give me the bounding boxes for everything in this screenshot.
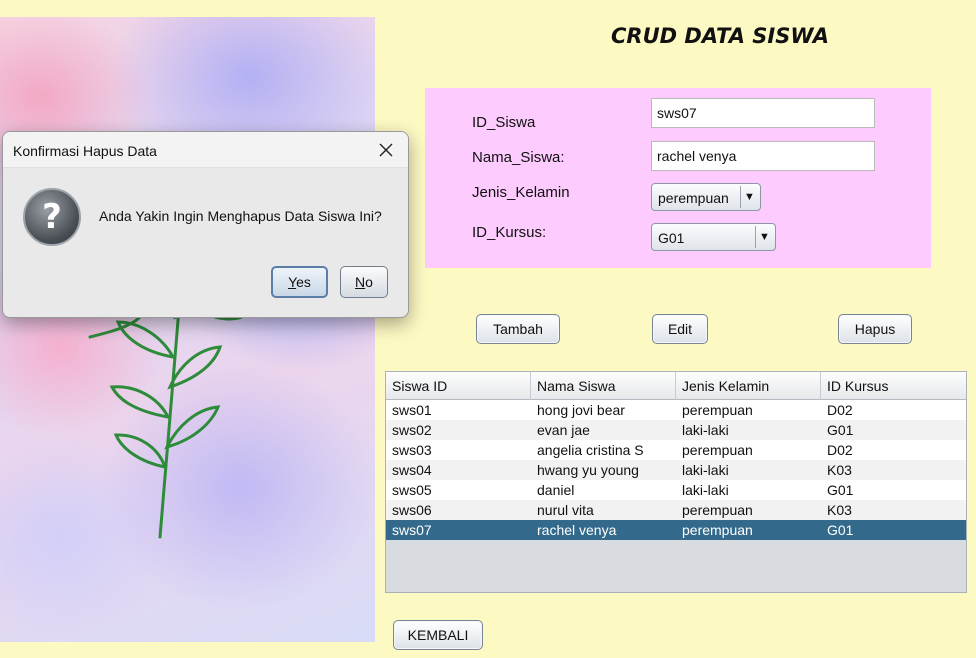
column-header-siswa-id[interactable]: Siswa ID	[386, 372, 531, 400]
confirm-delete-dialog: Konfirmasi Hapus Data ? Anda Yakin Ingin…	[2, 131, 409, 318]
table-row[interactable]: sws02 evan jae laki-laki G01	[386, 420, 966, 440]
id-kursus-value: G01	[658, 230, 685, 246]
column-header-jenis-kelamin[interactable]: Jenis Kelamin	[676, 372, 821, 400]
watercolor-artwork	[0, 17, 375, 642]
cell-nama-siswa: daniel	[537, 482, 575, 498]
cell-jenis-kelamin: perempuan	[682, 522, 753, 538]
cell-id-kursus: K03	[827, 462, 852, 478]
id-kursus-label: ID_Kursus:	[472, 224, 547, 241]
cell-nama-siswa: evan jae	[537, 422, 590, 438]
yes-button[interactable]: Yes	[271, 266, 328, 298]
cell-jenis-kelamin: laki-laki	[682, 482, 729, 498]
dialog-title: Konfirmasi Hapus Data	[13, 143, 157, 159]
close-icon[interactable]	[364, 132, 408, 168]
jenis-kelamin-select[interactable]: perempuan ▼	[651, 183, 761, 211]
table-header: Siswa ID Nama Siswa Jenis Kelamin ID Kur…	[386, 372, 966, 400]
table-row[interactable]: sws06 nurul vita perempuan K03	[386, 500, 966, 520]
cell-id-kursus: D02	[827, 442, 853, 458]
cell-siswa-id: sws07	[392, 522, 432, 538]
cell-siswa-id: sws01	[392, 402, 432, 418]
cell-siswa-id: sws06	[392, 502, 432, 518]
yes-label-rest: es	[296, 274, 311, 290]
cell-id-kursus: K03	[827, 502, 852, 518]
id-kursus-select[interactable]: G01 ▼	[651, 223, 776, 251]
student-table: Siswa ID Nama Siswa Jenis Kelamin ID Kur…	[385, 371, 967, 593]
table-body: sws01 hong jovi bear perempuan D02 sws02…	[386, 400, 966, 540]
form-panel: ID_Siswa sws07 Nama_Siswa: rachel venya …	[425, 88, 931, 268]
id-siswa-label: ID_Siswa	[472, 114, 536, 131]
nama-siswa-field[interactable]: rachel venya	[651, 141, 875, 171]
chevron-down-icon[interactable]: ▼	[740, 186, 758, 208]
yes-mnemonic: Y	[288, 274, 297, 290]
dialog-message: Anda Yakin Ingin Menghapus Data Siswa In…	[99, 208, 382, 224]
jenis-kelamin-value: perempuan	[658, 190, 729, 206]
cell-nama-siswa: nurul vita	[537, 502, 594, 518]
cell-jenis-kelamin: perempuan	[682, 502, 753, 518]
cell-jenis-kelamin: laki-laki	[682, 422, 729, 438]
hapus-button[interactable]: Hapus	[838, 314, 912, 344]
cell-jenis-kelamin: laki-laki	[682, 462, 729, 478]
plant-illustration	[88, 135, 257, 539]
cell-nama-siswa: hong jovi bear	[537, 402, 625, 418]
cell-nama-siswa: rachel venya	[537, 522, 617, 538]
table-row[interactable]: sws01 hong jovi bear perempuan D02	[386, 400, 966, 420]
cell-jenis-kelamin: perempuan	[682, 402, 753, 418]
cell-siswa-id: sws05	[392, 482, 432, 498]
cell-nama-siswa: angelia cristina S	[537, 442, 644, 458]
cell-id-kursus: G01	[827, 482, 854, 498]
kembali-button[interactable]: KEMBALI	[393, 620, 483, 650]
cell-siswa-id: sws02	[392, 422, 432, 438]
cell-id-kursus: D02	[827, 402, 853, 418]
cell-id-kursus: G01	[827, 522, 854, 538]
table-row[interactable]: sws05 daniel laki-laki G01	[386, 480, 966, 500]
dialog-titlebar[interactable]: Konfirmasi Hapus Data	[3, 132, 408, 168]
no-button[interactable]: No	[340, 266, 388, 298]
page-title: CRUD DATA SISWA	[611, 24, 830, 48]
cell-siswa-id: sws04	[392, 462, 432, 478]
column-header-id-kursus[interactable]: ID Kursus	[821, 372, 966, 400]
cell-id-kursus: G01	[827, 422, 854, 438]
cell-nama-siswa: hwang yu young	[537, 462, 639, 478]
jenis-kelamin-label: Jenis_Kelamin	[472, 184, 570, 201]
table-row[interactable]: sws04 hwang yu young laki-laki K03	[386, 460, 966, 480]
question-icon: ?	[23, 188, 81, 246]
column-header-nama-siswa[interactable]: Nama Siswa	[531, 372, 676, 400]
id-siswa-field[interactable]: sws07	[651, 98, 875, 128]
nama-siswa-label: Nama_Siswa:	[472, 149, 565, 166]
table-row[interactable]: sws03 angelia cristina S perempuan D02	[386, 440, 966, 460]
tambah-button[interactable]: Tambah	[476, 314, 560, 344]
cell-jenis-kelamin: perempuan	[682, 442, 753, 458]
chevron-down-icon[interactable]: ▼	[755, 226, 773, 248]
no-mnemonic: N	[355, 274, 366, 290]
edit-button[interactable]: Edit	[652, 314, 708, 344]
table-row-selected[interactable]: sws07 rachel venya perempuan G01	[386, 520, 966, 540]
no-label-rest: o	[365, 274, 373, 290]
cell-siswa-id: sws03	[392, 442, 432, 458]
